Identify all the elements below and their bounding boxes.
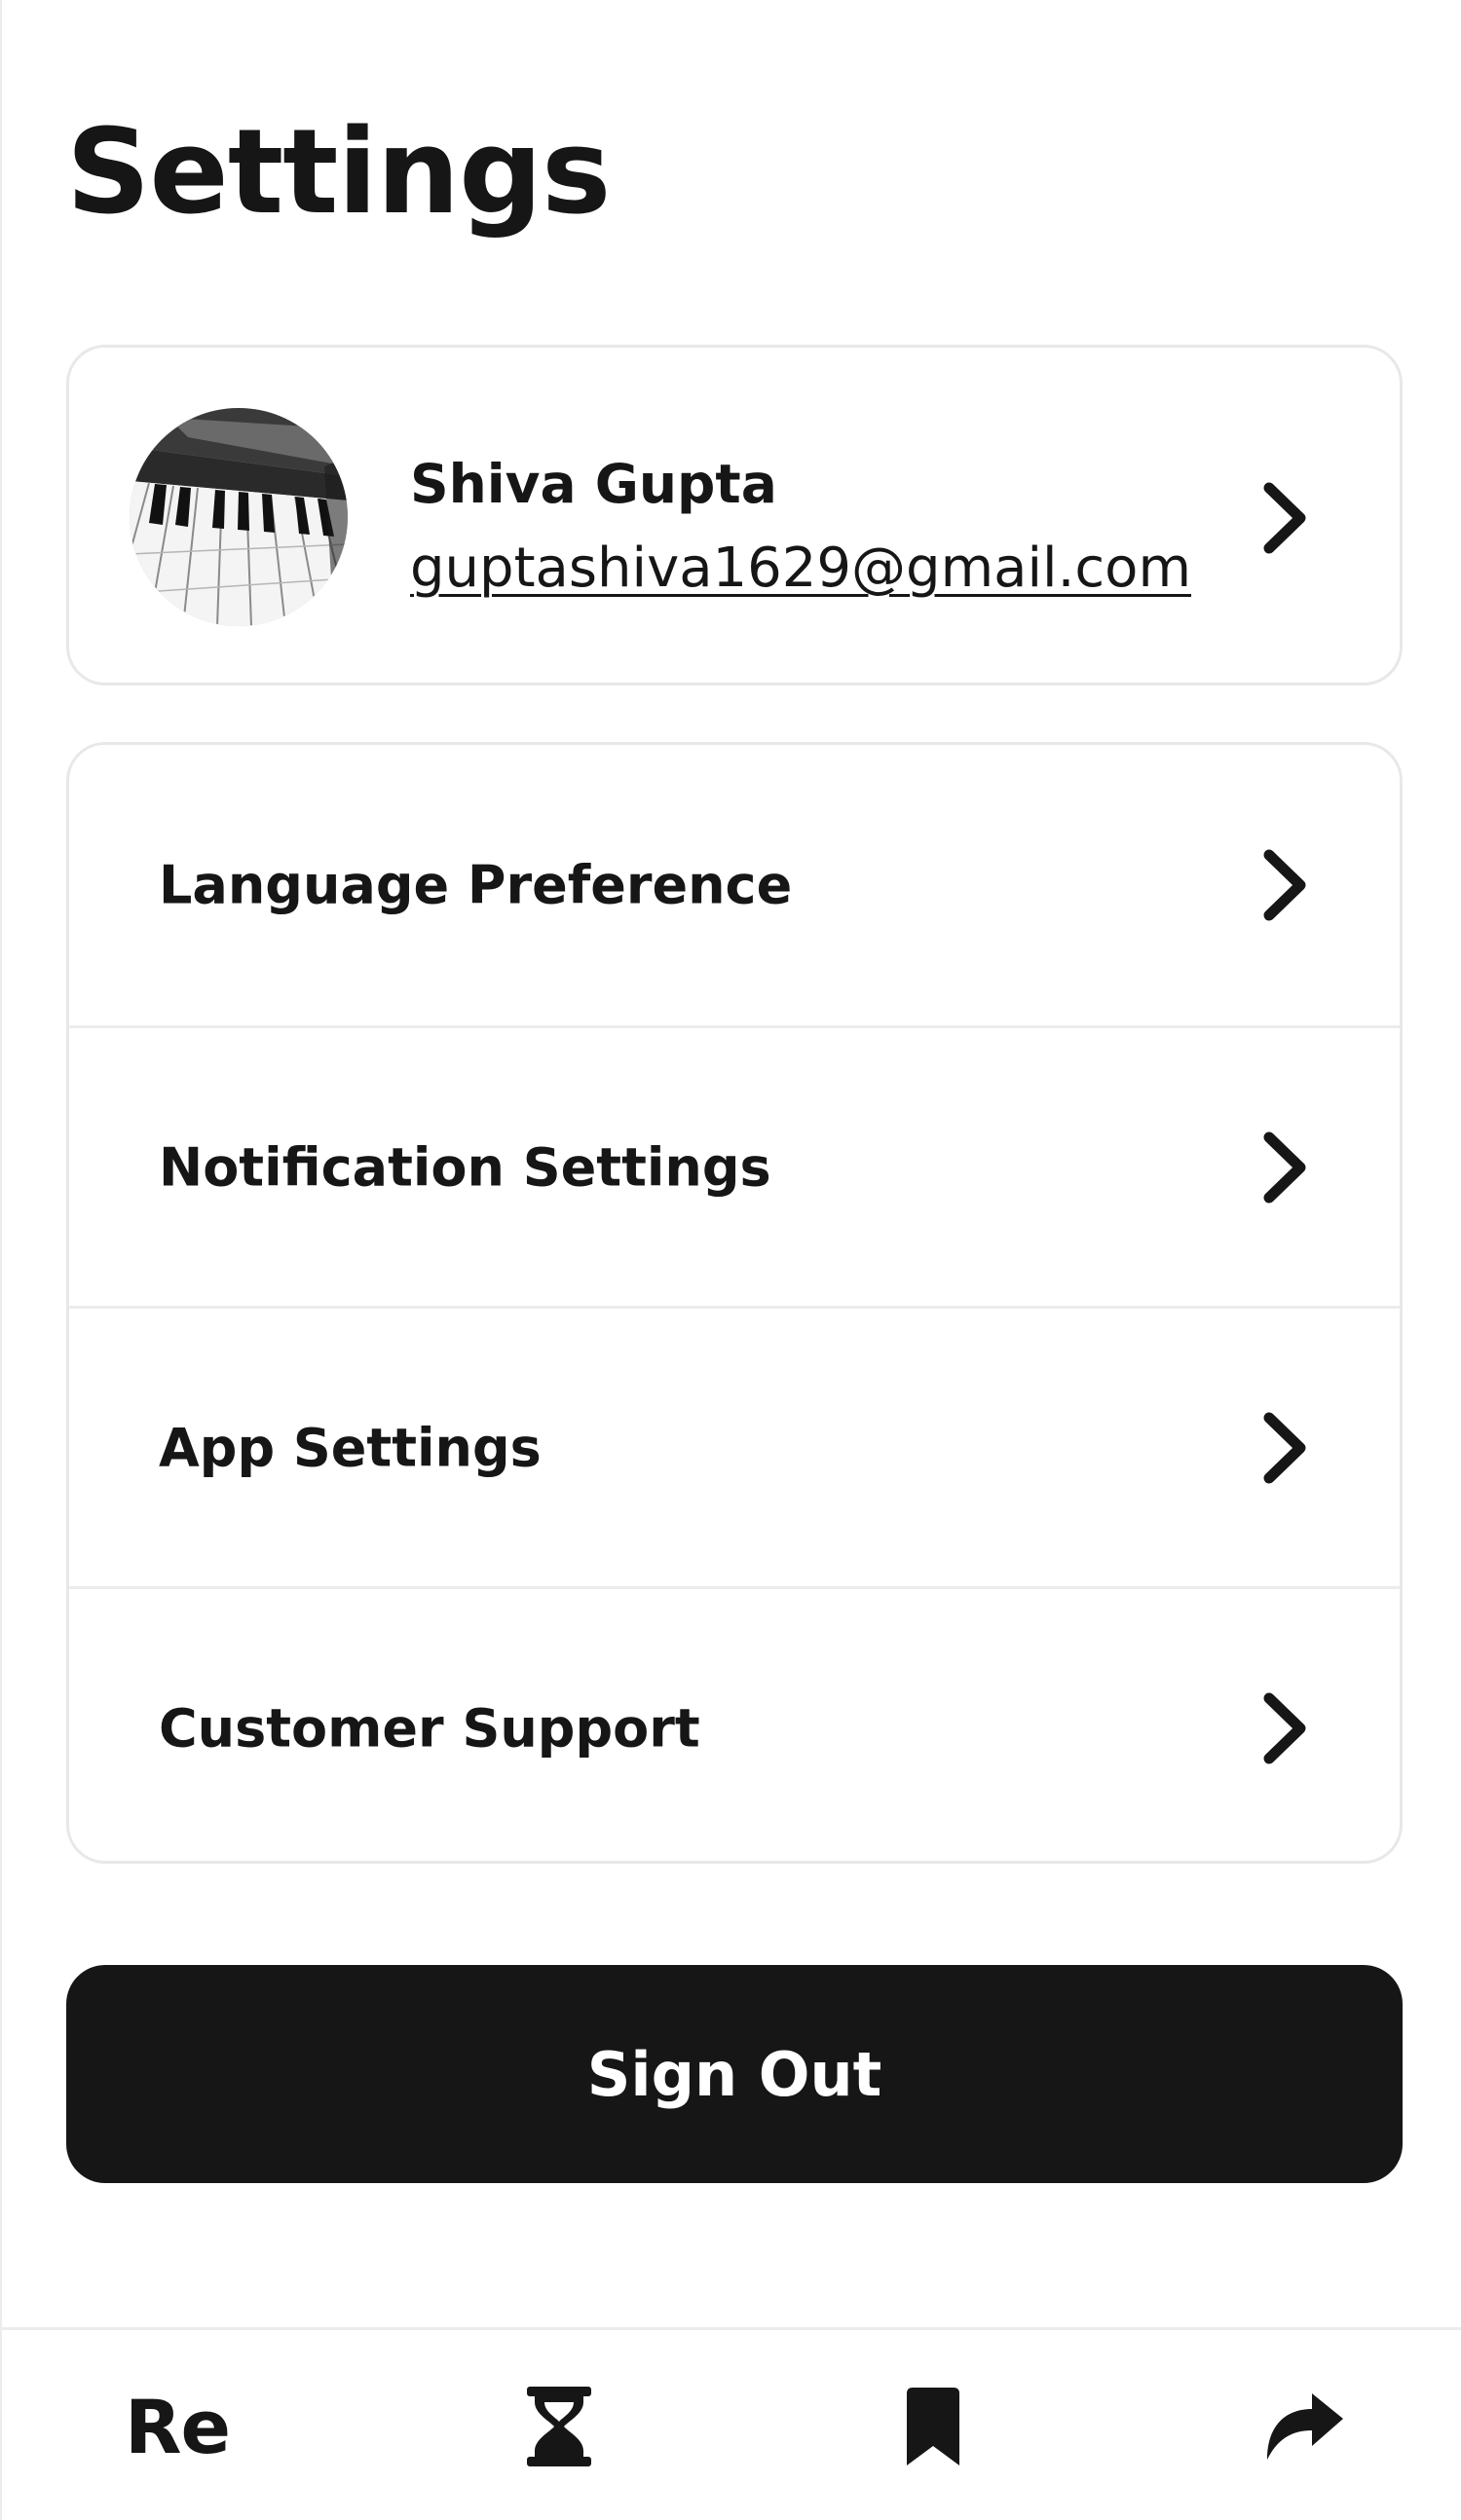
- bottom-nav: Re: [2, 2327, 1461, 2520]
- chevron-right-icon: [1263, 1692, 1306, 1763]
- menu-item-label: Language Preference: [159, 854, 793, 916]
- profile-name: Shiva Gupta: [410, 453, 777, 515]
- menu-item-label: Customer Support: [159, 1697, 700, 1759]
- sign-out-button[interactable]: Sign Out: [66, 1965, 1403, 2183]
- menu-item-notification-settings[interactable]: Notification Settings: [69, 1025, 1400, 1306]
- tab-bookmarks[interactable]: [816, 2330, 1050, 2520]
- bookmark-icon: [907, 2388, 959, 2465]
- piano-keys-photo: [130, 408, 348, 626]
- chevron-right-icon: [1263, 482, 1306, 554]
- app-logo: Re: [124, 2383, 231, 2470]
- hourglass-icon: [527, 2387, 591, 2466]
- tab-history[interactable]: [442, 2330, 676, 2520]
- menu-item-customer-support[interactable]: Customer Support: [69, 1586, 1400, 1861]
- settings-menu: Language Preference Notification Setting…: [66, 742, 1403, 1864]
- profile-email-link[interactable]: guptashiva1629@gmail.com: [410, 537, 1191, 600]
- tab-home[interactable]: Re: [60, 2330, 294, 2520]
- chevron-right-icon: [1263, 849, 1306, 921]
- tab-share[interactable]: [1188, 2330, 1422, 2520]
- profile-card[interactable]: Shiva Gupta guptashiva1629@gmail.com: [66, 345, 1403, 686]
- settings-screen: Settings Shiva Gupta guptashiva1629@gmai…: [0, 0, 1461, 2520]
- chevron-right-icon: [1263, 1131, 1306, 1203]
- menu-item-label: App Settings: [159, 1417, 542, 1478]
- share-icon: [1267, 2393, 1343, 2460]
- menu-item-app-settings[interactable]: App Settings: [69, 1306, 1400, 1586]
- page-title: Settings: [66, 105, 611, 241]
- chevron-right-icon: [1263, 1412, 1306, 1483]
- menu-item-language-preference[interactable]: Language Preference: [69, 745, 1400, 1025]
- menu-item-label: Notification Settings: [159, 1136, 771, 1198]
- avatar: [130, 408, 348, 626]
